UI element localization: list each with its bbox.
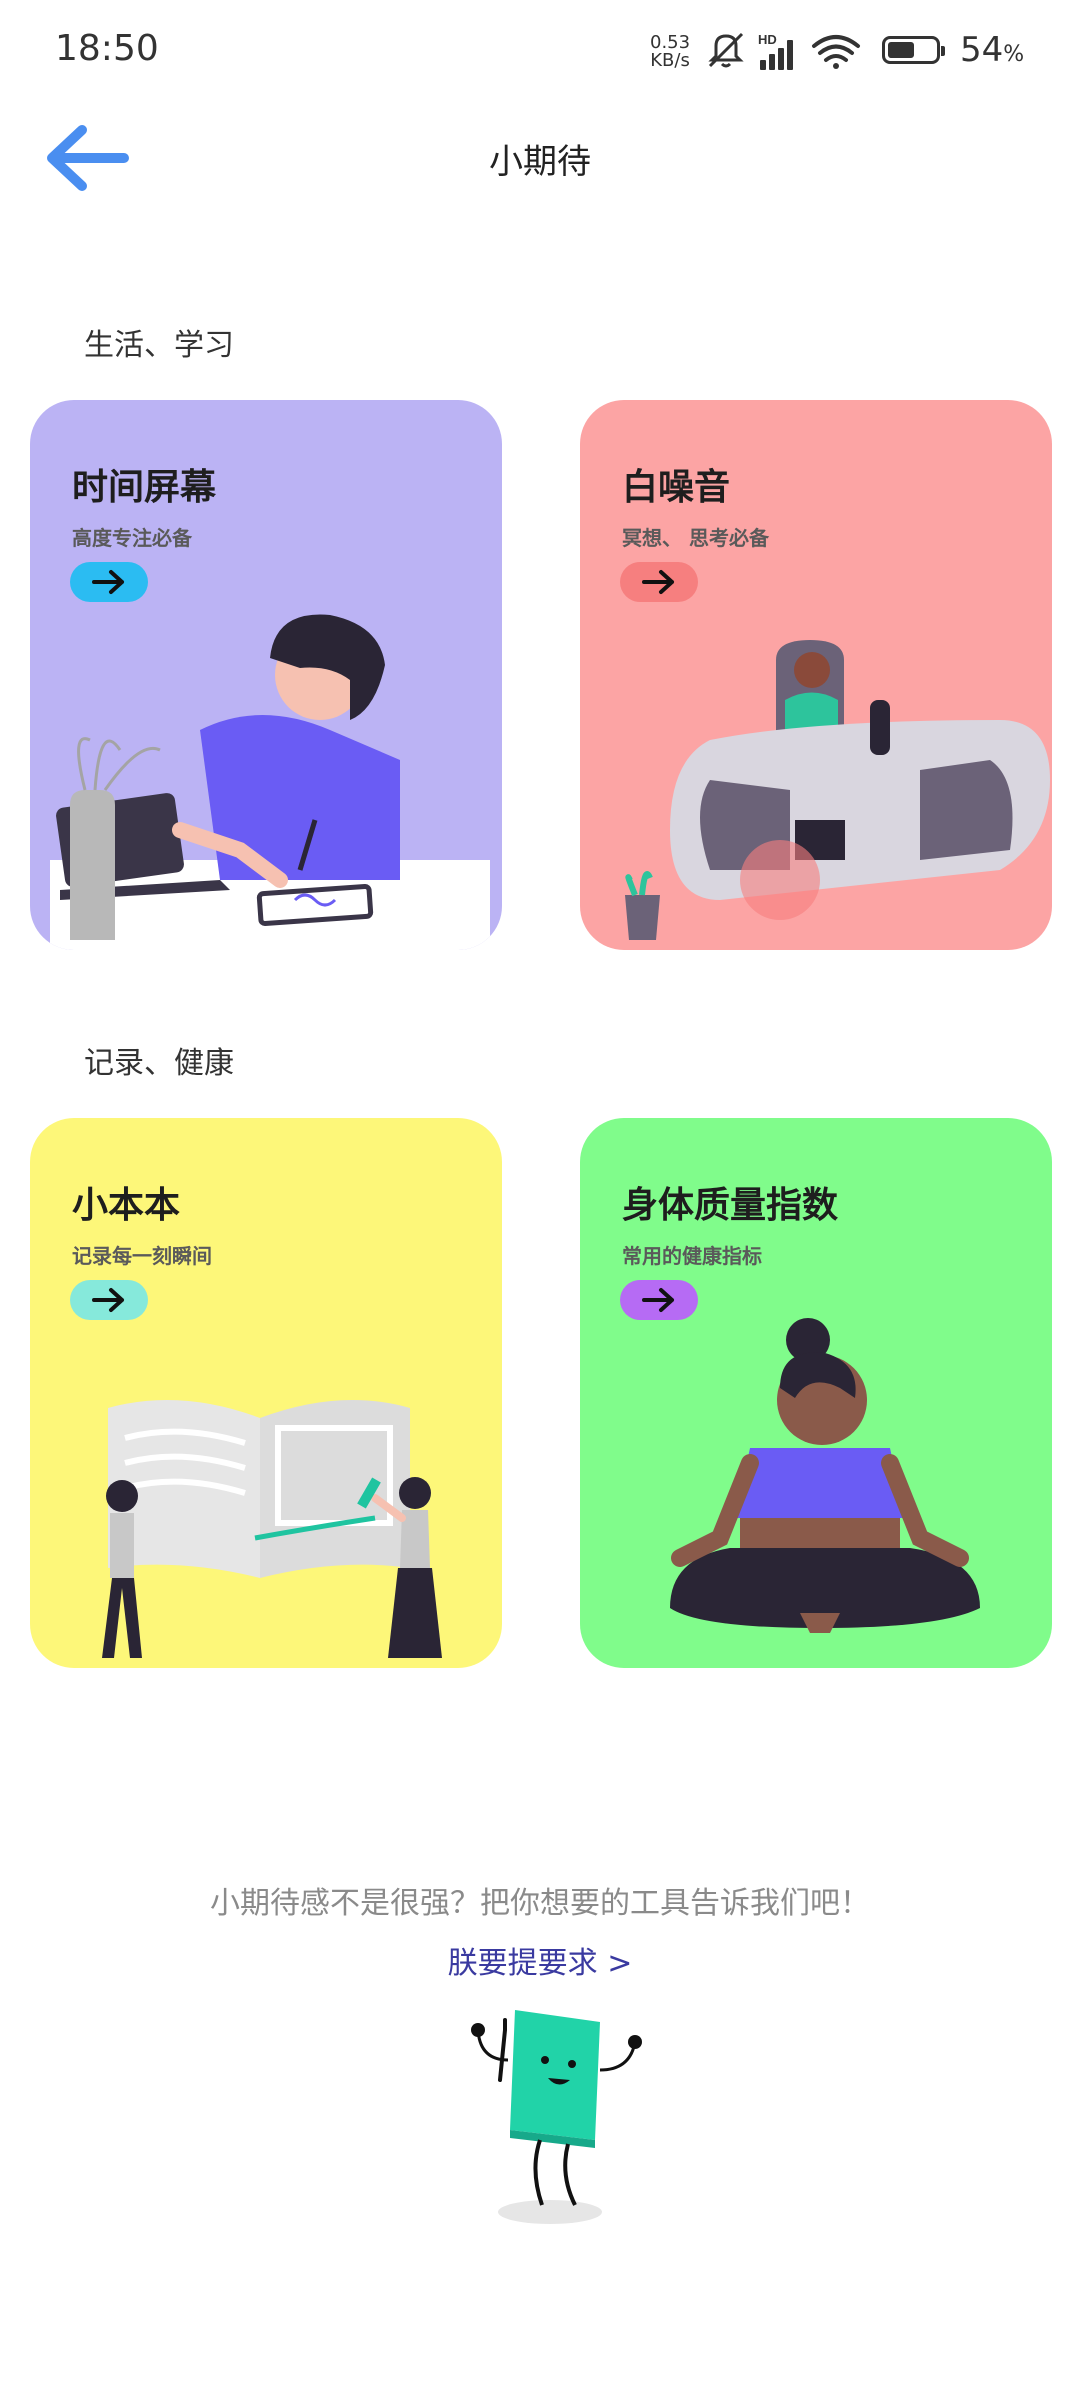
net-speed-unit: KB/s [650,50,690,71]
arrow-right-icon [92,570,124,594]
mute-icon [708,32,744,68]
card-title: 身体质量指数 [622,1185,839,1226]
wifi-icon [812,35,860,69]
card-notebook[interactable]: 小本本 记录每一刻瞬间 [30,1118,502,1668]
section-title-life-study: 生活、学习 [84,328,234,363]
card-go-button[interactable] [70,562,148,602]
card-go-button[interactable] [620,562,698,602]
network-type-label: HD [758,32,777,47]
request-feature-link[interactable]: 朕要提要求 > [0,1938,1080,1982]
card-bmi[interactable]: 身体质量指数 常用的健康指标 [580,1118,1052,1668]
card-go-button[interactable] [620,1280,698,1320]
arrow-right-icon [642,1288,674,1312]
arrow-right-icon [92,1288,124,1312]
battery-percent: 54% [960,30,1025,70]
book-mascot-illustration [471,2010,642,2224]
section-title-record-health: 记录、健康 [84,1046,234,1081]
card-subtitle: 常用的健康指标 [622,1244,762,1268]
card-subtitle: 高度专注必备 [72,526,192,550]
page-title: 小期待 [489,142,591,182]
status-icons: HD [708,32,860,70]
card-title: 白噪音 [622,467,731,508]
card-subtitle: 记录每一刻瞬间 [72,1244,212,1268]
feedback-prompt: 小期待感不是很强？把你想要的工具告诉我们吧！ [210,1886,870,1921]
card-subtitle: 冥想、 思考必备 [622,526,769,550]
card-title: 时间屏幕 [72,467,217,508]
battery-icon [882,36,945,64]
status-time: 18:50 [55,28,159,69]
status-bar: 18:50 0.53 KB/s HD 54% [0,0,1080,100]
card-title: 小本本 [72,1185,181,1226]
net-speed: 0.53 KB/s [650,34,690,70]
card-white-noise[interactable]: 白噪音 冥想、 思考必备 [580,400,1052,950]
card-time-screen[interactable]: 时间屏幕 高度专注必备 [30,400,502,950]
card-go-button[interactable] [70,1280,148,1320]
arrow-right-icon [642,570,674,594]
